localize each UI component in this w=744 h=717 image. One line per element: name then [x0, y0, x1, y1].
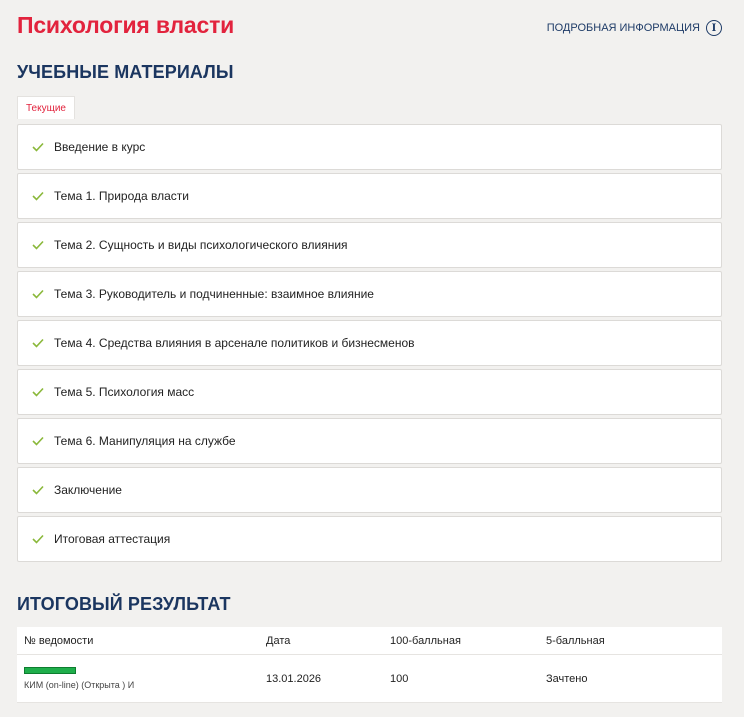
check-icon [32, 484, 44, 496]
material-item[interactable]: Тема 3. Руководитель и подчиненные: взаи… [17, 271, 722, 317]
material-label: Введение в курс [54, 140, 146, 154]
statement-cell: КИМ (on-line) (Открыта ) И [17, 667, 266, 690]
material-item[interactable]: Тема 4. Средства влияния в арсенале поли… [17, 320, 722, 366]
materials-heading: УЧЕБНЫЕ МАТЕРИАЛЫ [17, 62, 234, 82]
material-label: Тема 6. Манипуляция на службе [54, 434, 236, 448]
table-row: КИМ (on-line) (Открыта ) И 13.01.2026 10… [17, 655, 722, 703]
material-label: Тема 3. Руководитель и подчиненные: взаи… [54, 287, 374, 301]
column-header-statement: № ведомости [24, 634, 94, 647]
column-header-date: Дата [266, 634, 291, 647]
check-icon [32, 288, 44, 300]
column-header-score100: 100-балльная [390, 634, 461, 647]
more-info-link[interactable]: ПОДРОБНАЯ ИНФОРМАЦИЯ i [547, 20, 722, 36]
more-info-label: ПОДРОБНАЯ ИНФОРМАЦИЯ [546, 22, 700, 34]
check-icon [32, 190, 44, 202]
progress-bar [24, 667, 76, 674]
info-icon[interactable]: i [706, 20, 722, 36]
date-cell: 13.01.2026 [266, 672, 322, 685]
material-item[interactable]: Итоговая аттестация [17, 516, 722, 562]
material-label: Заключение [54, 483, 122, 497]
score100-cell: 100 [390, 672, 409, 685]
check-icon [32, 239, 44, 251]
material-item[interactable]: Тема 6. Манипуляция на службе [17, 418, 722, 464]
material-label: Тема 1. Природа власти [54, 189, 189, 203]
materials-list: Введение в курс Тема 1. Природа власти Т… [17, 124, 722, 565]
check-icon [32, 141, 44, 153]
material-label: Итоговая аттестация [54, 532, 171, 546]
score5-cell: Зачтено [546, 672, 588, 685]
material-item[interactable]: Тема 1. Природа власти [17, 173, 722, 219]
page-title: Психология власти [17, 12, 235, 38]
material-label: Тема 4. Средства влияния в арсенале поли… [54, 336, 415, 350]
material-item[interactable]: Тема 5. Психология масс [17, 369, 722, 415]
result-heading: ИТОГОВЫЙ РЕЗУЛЬТАТ [17, 594, 231, 614]
results-table: № ведомости Дата 100-балльная 5-балльная… [17, 627, 722, 703]
column-header-score5: 5-балльная [546, 634, 605, 647]
check-icon [32, 386, 44, 398]
results-header-row: № ведомости Дата 100-балльная 5-балльная [17, 627, 722, 655]
check-icon [32, 337, 44, 349]
tab-current[interactable]: Текущие [17, 96, 75, 119]
material-label: Тема 5. Психология масс [54, 385, 195, 399]
check-icon [32, 435, 44, 447]
check-icon [32, 533, 44, 545]
material-item[interactable]: Введение в курс [17, 124, 722, 170]
material-item[interactable]: Тема 2. Сущность и виды психологического… [17, 222, 722, 268]
statement-label: КИМ (on-line) (Открыта ) И [24, 680, 135, 690]
material-item[interactable]: Заключение [17, 467, 722, 513]
material-label: Тема 2. Сущность и виды психологического… [54, 238, 348, 252]
